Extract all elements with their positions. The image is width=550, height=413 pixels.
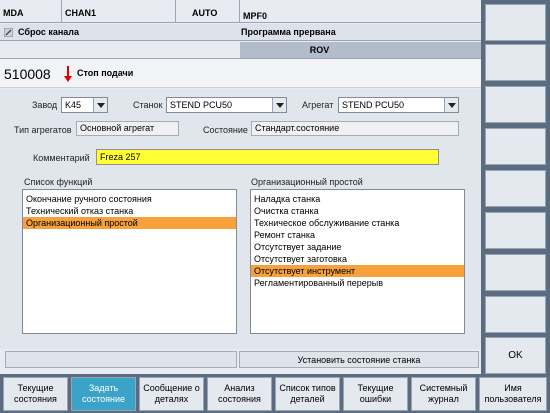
unit-type-field: Основной агрегат: [76, 121, 179, 136]
alarm-number: 510008: [4, 66, 51, 82]
status-message: Установить состояние станка: [239, 351, 479, 368]
header-bar-right: [342, 42, 481, 58]
downtime-list-item[interactable]: Техническое обслуживание станка: [251, 217, 464, 229]
reset-channel-text: Сброс канала: [18, 27, 79, 37]
comment-input[interactable]: Freza 257: [96, 149, 439, 165]
unit-type-label: Тип агрегатов: [14, 125, 72, 135]
machine-select[interactable]: STEND PCU50: [166, 97, 287, 113]
horizontal-softkeys: Текущие состояния Задать состояние Сообщен…: [0, 374, 550, 413]
program-name: MPF0: [243, 11, 268, 21]
downtime-list[interactable]: Наладка станка Очистка станка Техническое …: [250, 189, 465, 334]
status-field-left: [5, 351, 237, 368]
function-list-item[interactable]: Окончание ручного состояния: [23, 193, 236, 205]
alarm-line: 510008 Стоп подачи: [0, 58, 481, 88]
alarm-arrow-icon: [64, 65, 72, 83]
softkey-6[interactable]: Текущие ошибки: [343, 377, 408, 411]
softkey-8[interactable]: Имя пользователя: [479, 377, 547, 411]
plant-value: K45: [65, 100, 82, 110]
softkey-3[interactable]: Сообщение о деталях: [139, 377, 204, 411]
main-panel: Завод K45 Станок STEND PCU50 Агрегат STE…: [0, 89, 481, 349]
rov-indicator: ROV: [297, 42, 342, 58]
unit-value: STEND PCU50: [342, 100, 405, 110]
downtime-list-item[interactable]: Отсутствует задание: [251, 241, 464, 253]
downtime-list-item[interactable]: Очистка станка: [251, 205, 464, 217]
downtime-list-item[interactable]: Отсутствует заготовка: [251, 253, 464, 265]
status-header: MDA CHAN1 AUTO MPF0: [0, 0, 481, 23]
vertical-softkey-7[interactable]: [485, 254, 546, 291]
softkey-1[interactable]: Текущие состояния: [3, 377, 68, 411]
function-list-item[interactable]: Технический отказ станка: [23, 205, 236, 217]
unit-label: Агрегат: [302, 100, 334, 110]
chevron-down-icon[interactable]: [93, 98, 107, 112]
channel-label: CHAN1: [62, 0, 176, 23]
alarm-text: Стоп подачи: [77, 68, 134, 78]
comment-label: Комментарий: [33, 153, 90, 163]
channel-status-row: Сброс канала Программа прервана: [0, 24, 481, 41]
chevron-down-icon[interactable]: [444, 98, 458, 112]
plant-select[interactable]: K45: [61, 97, 108, 113]
operating-mode-label: AUTO: [176, 0, 240, 23]
downtime-list-title: Организационный простой: [251, 177, 363, 187]
ok-button[interactable]: OK: [485, 337, 546, 374]
softkey-5[interactable]: Список типов деталей: [275, 377, 340, 411]
machine-value: STEND PCU50: [170, 100, 233, 110]
vertical-softkey-2[interactable]: [485, 44, 546, 81]
vertical-softkey-5[interactable]: [485, 170, 546, 207]
vertical-softkey-3[interactable]: [485, 86, 546, 123]
downtime-list-item[interactable]: Наладка станка: [251, 193, 464, 205]
program-status-text: Программа прервана: [241, 27, 336, 37]
downtime-list-item[interactable]: Регламентированный перерыв: [251, 277, 464, 289]
vertical-softkey-6[interactable]: [485, 212, 546, 249]
state-label: Состояние: [203, 125, 248, 135]
plant-label: Завод: [32, 100, 58, 110]
mode-label: MDA: [0, 0, 62, 23]
functions-list-title: Список функций: [24, 177, 93, 187]
function-list-item[interactable]: Организационный простой: [23, 217, 236, 229]
machine-label: Станок: [133, 100, 163, 110]
vertical-softkeys: OK: [481, 0, 550, 374]
functions-list[interactable]: Окончание ручного состояния Технический о…: [22, 189, 237, 334]
chevron-down-icon[interactable]: [272, 98, 286, 112]
softkey-4[interactable]: Анализ состояния: [207, 377, 272, 411]
softkey-2[interactable]: Задать состояние: [71, 377, 136, 411]
header-bar-left: [240, 42, 297, 58]
downtime-list-item[interactable]: Ремонт станка: [251, 229, 464, 241]
reset-channel-icon: [3, 27, 14, 38]
state-field: Стандарт.состояние: [251, 121, 459, 136]
downtime-list-item[interactable]: Отсутствует инструмент: [251, 265, 464, 277]
vertical-softkey-4[interactable]: [485, 128, 546, 165]
vertical-softkey-8[interactable]: [485, 296, 546, 333]
unit-select[interactable]: STEND PCU50: [338, 97, 459, 113]
vertical-softkey-1[interactable]: [485, 4, 546, 41]
softkey-7[interactable]: Системный журнал: [411, 377, 476, 411]
